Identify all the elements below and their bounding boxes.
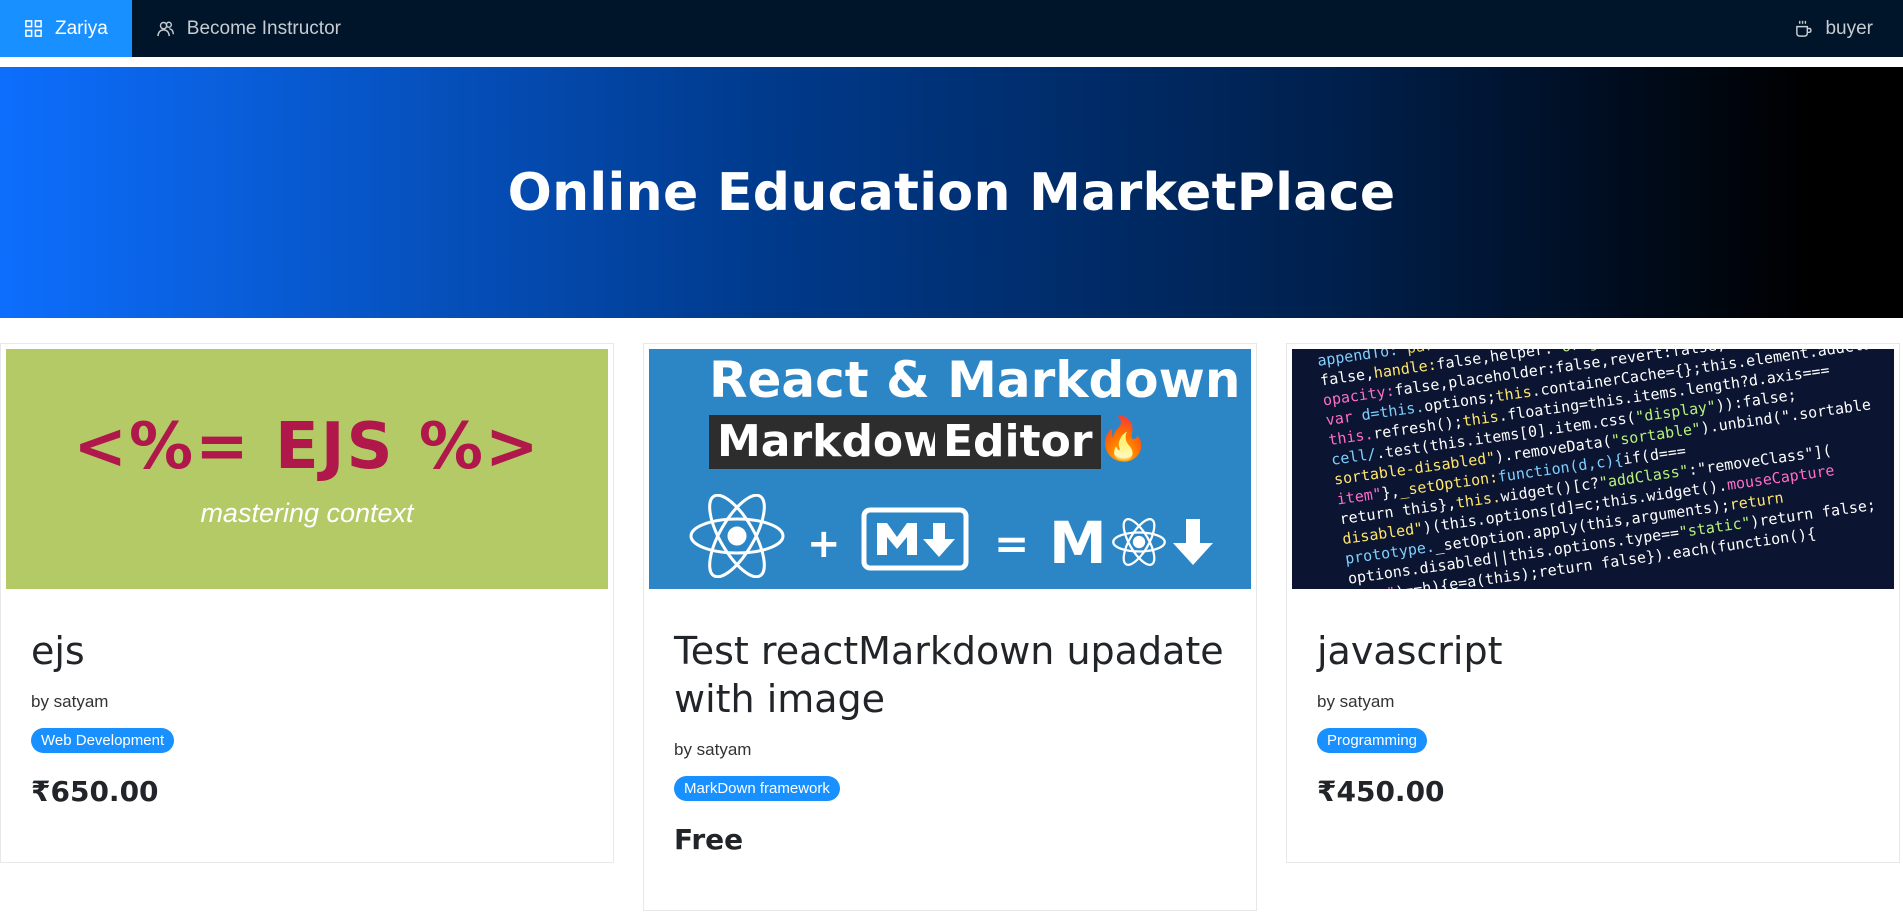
nav-user-menu[interactable]: buyer: [1770, 0, 1903, 57]
category-badge: MarkDown framework: [674, 776, 840, 801]
course-price: ₹650.00: [31, 775, 159, 808]
course-thumbnail[interactable]: appendTo:"parent",axis:false, false,hand…: [1292, 349, 1894, 589]
course-author: by satyam: [1317, 692, 1395, 711]
course-card-react-markdown[interactable]: React & Markdown Markdown Editor 🔥 + = M: [643, 343, 1257, 911]
code-graphic: appendTo:"parent",axis:false, false,hand…: [1316, 349, 1894, 589]
course-title[interactable]: ejs: [31, 627, 583, 675]
course-title[interactable]: javascript: [1317, 627, 1869, 675]
app-grid-icon: [25, 20, 42, 37]
card-body: Test reactMarkdown upadate with image by…: [649, 589, 1251, 896]
hero-title: Online Education MarketPlace: [507, 162, 1396, 223]
down-arrow-icon: [1173, 519, 1213, 565]
team-icon: [156, 21, 174, 37]
category-badge: Web Development: [31, 728, 175, 753]
card-body: javascript by satyam Programming ₹450.00: [1292, 589, 1894, 848]
course-card-ejs[interactable]: <%= EJS %> mastering context ejs by saty…: [0, 343, 614, 863]
coffee-icon: [1796, 20, 1813, 37]
plus-sign: +: [807, 521, 841, 567]
thumbnail-box-editor: Editor: [935, 415, 1101, 469]
course-title[interactable]: Test reactMarkdown upadate with image: [674, 627, 1226, 723]
equals-sign: =: [994, 519, 1030, 568]
course-author: by satyam: [674, 740, 752, 759]
course-thumbnail[interactable]: React & Markdown Markdown Editor 🔥 + = M: [649, 349, 1251, 589]
react-logo-icon: [689, 494, 785, 578]
course-thumbnail[interactable]: <%= EJS %> mastering context: [6, 349, 608, 589]
card-body: ejs by satyam Web Development ₹650.00: [6, 589, 608, 848]
thumbnail-heading: React & Markdown: [709, 351, 1241, 409]
course-price: ₹450.00: [1317, 775, 1445, 808]
course-card-javascript[interactable]: appendTo:"parent",axis:false, false,hand…: [1286, 343, 1900, 863]
markdown-logo-icon: [861, 507, 969, 571]
hero-banner: Online Education MarketPlace: [0, 67, 1903, 318]
nav-brand-label: Zariya: [55, 17, 108, 39]
nav-home[interactable]: Zariya: [0, 0, 132, 57]
react-small-icon: [1112, 518, 1166, 566]
thumbnail-subheading: mastering context: [200, 497, 414, 528]
nav-user-label: buyer: [1825, 17, 1873, 39]
thumbnail-heading: <%= EJS %>: [73, 409, 541, 484]
markdown-m-letter: M: [1049, 509, 1107, 577]
category-badge: Programming: [1317, 728, 1428, 753]
top-nav: Zariya Become Instructor buyer: [0, 0, 1903, 57]
flame-icon: 🔥: [1097, 415, 1150, 462]
nav-become-instructor[interactable]: Become Instructor: [132, 0, 365, 57]
course-author: by satyam: [31, 692, 109, 711]
nav-instructor-label: Become Instructor: [186, 17, 341, 39]
course-price: Free: [674, 823, 744, 856]
